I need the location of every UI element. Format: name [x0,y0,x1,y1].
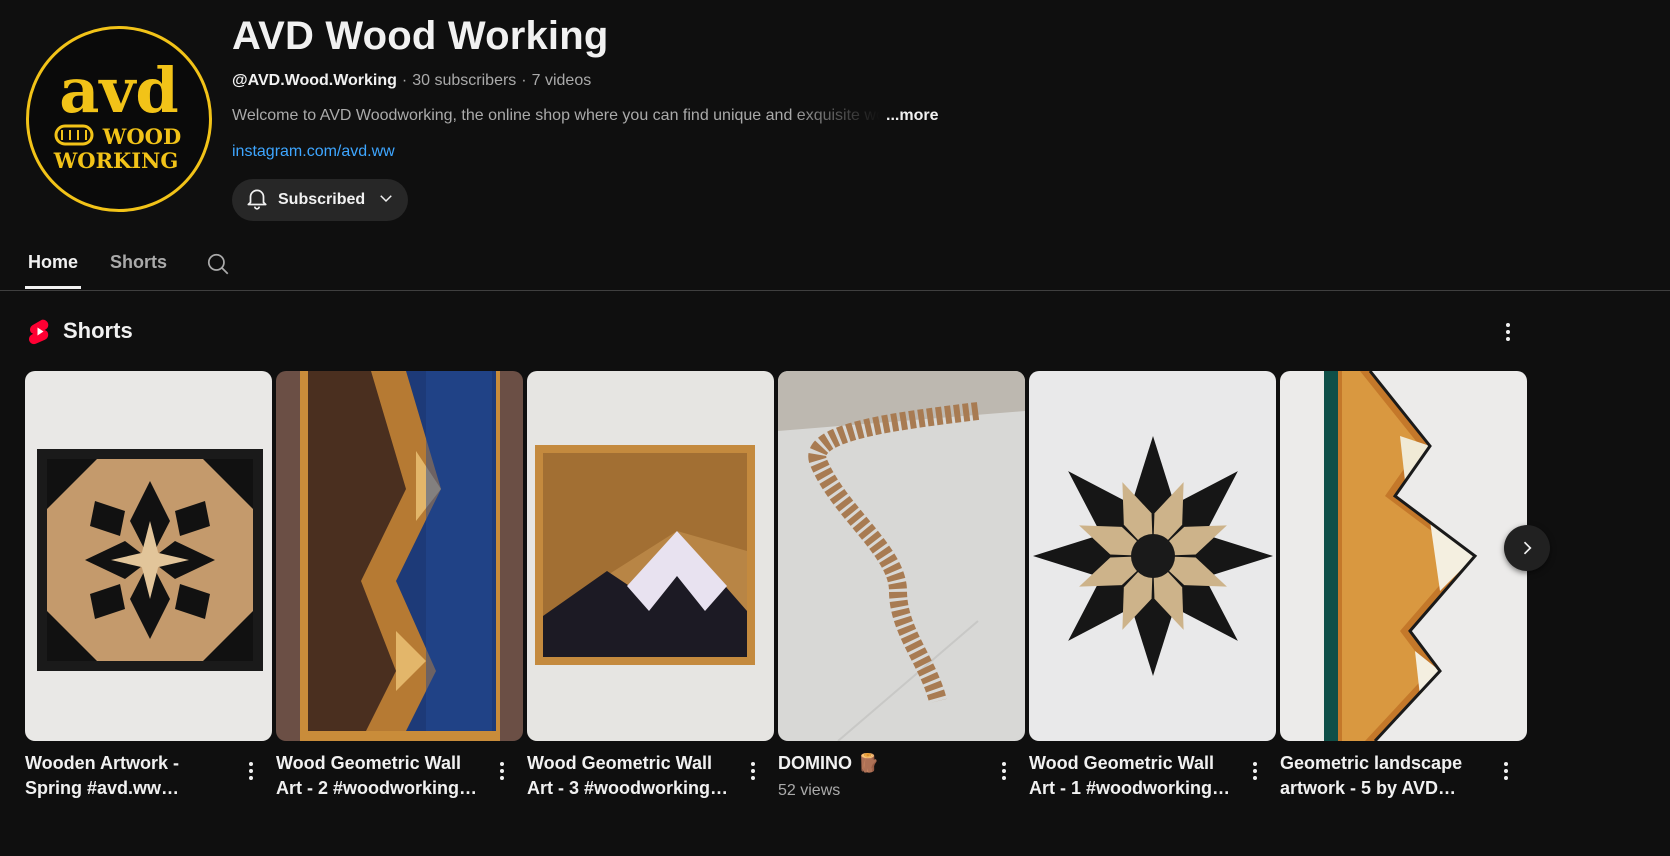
short-thumbnail[interactable] [25,371,272,741]
short-title[interactable]: Wooden Artwork - Spring #avd.ww #woodwor… [25,751,235,801]
short-card[interactable]: Wood Geometric Wall Art - 2 #woodworking… [276,371,523,798]
more-vert-icon[interactable] [492,759,512,783]
short-title[interactable]: DOMINO 🪵 [778,751,988,776]
short-thumbnail[interactable] [1280,371,1527,741]
search-icon[interactable] [205,251,231,282]
meta-separator: · [521,72,527,89]
chevron-down-icon [377,189,395,212]
short-card[interactable]: DOMINO 🪵 52 views [778,371,1025,799]
short-title[interactable]: Wood Geometric Wall Art - 1 #woodworking… [1029,751,1239,801]
short-card[interactable]: Wooden Artwork - Spring #avd.ww #woodwor… [25,371,272,798]
short-thumbnail[interactable] [1029,371,1276,741]
bell-icon [244,185,270,216]
subscribed-button[interactable]: Subscribed [232,179,408,221]
short-views: 52 views [778,782,841,799]
more-vert-icon[interactable] [743,759,763,783]
channel-meta: @AVD.Wood.Working · 30 subscribers · 7 video… [232,72,591,90]
more-vert-icon[interactable] [1245,759,1265,783]
channel-link[interactable]: instagram.com/avd.ww [232,143,395,161]
short-title[interactable]: Wood Geometric Wall Art - 2 #woodworking… [276,751,486,801]
shelf-title: Shorts [63,318,133,343]
subscriber-count: 30 subscribers [412,72,517,89]
shorts-icon [28,319,52,350]
logo-text-wood: WOOD [102,124,181,149]
avd-logo: avd WOOD WORKING [53,54,181,173]
channel-description: Welcome to AVD Woodworking, the online s… [232,107,938,125]
channel-tabs: Home Shorts [0,240,1670,291]
logo-text-avd: avd [59,54,179,127]
short-thumbnail[interactable] [778,371,1025,741]
video-count: 7 videos [531,72,592,89]
next-arrow-button[interactable] [1504,525,1550,571]
short-title[interactable]: Wood Geometric Wall Art - 3 #woodworking… [527,751,737,801]
short-card[interactable]: Wood Geometric Wall Art - 3 #woodworking… [527,371,774,798]
more-vert-icon[interactable] [241,759,261,783]
short-thumbnail[interactable] [527,371,774,741]
meta-separator: · [401,72,408,89]
short-card[interactable]: Wood Geometric Wall Art - 1 #woodworking… [1029,371,1276,798]
channel-avatar: avd WOOD WORKING [26,26,212,212]
channel-handle: @AVD.Wood.Working [232,72,397,89]
more-vert-icon[interactable] [994,759,1014,783]
more-link[interactable]: ...more [886,107,938,125]
chevron-right-icon [1523,541,1532,555]
description-text: Welcome to AVD Woodworking, the online s… [232,107,880,124]
tab-shorts[interactable]: Shorts [110,252,167,273]
more-vert-icon[interactable] [1496,759,1516,783]
subscribed-label: Subscribed [278,191,366,208]
short-title[interactable]: Geometric landscape artwork - 5 by AVD W… [1280,751,1490,801]
active-tab-indicator [25,286,81,289]
shelf-more-icon[interactable] [1496,318,1520,346]
channel-name: AVD Wood Working [232,14,609,58]
short-thumbnail[interactable] [276,371,523,741]
logo-text-working: WORKING [53,148,179,173]
short-card[interactable]: Geometric landscape artwork - 5 by AVD W… [1280,371,1527,798]
tab-home[interactable]: Home [28,252,78,273]
